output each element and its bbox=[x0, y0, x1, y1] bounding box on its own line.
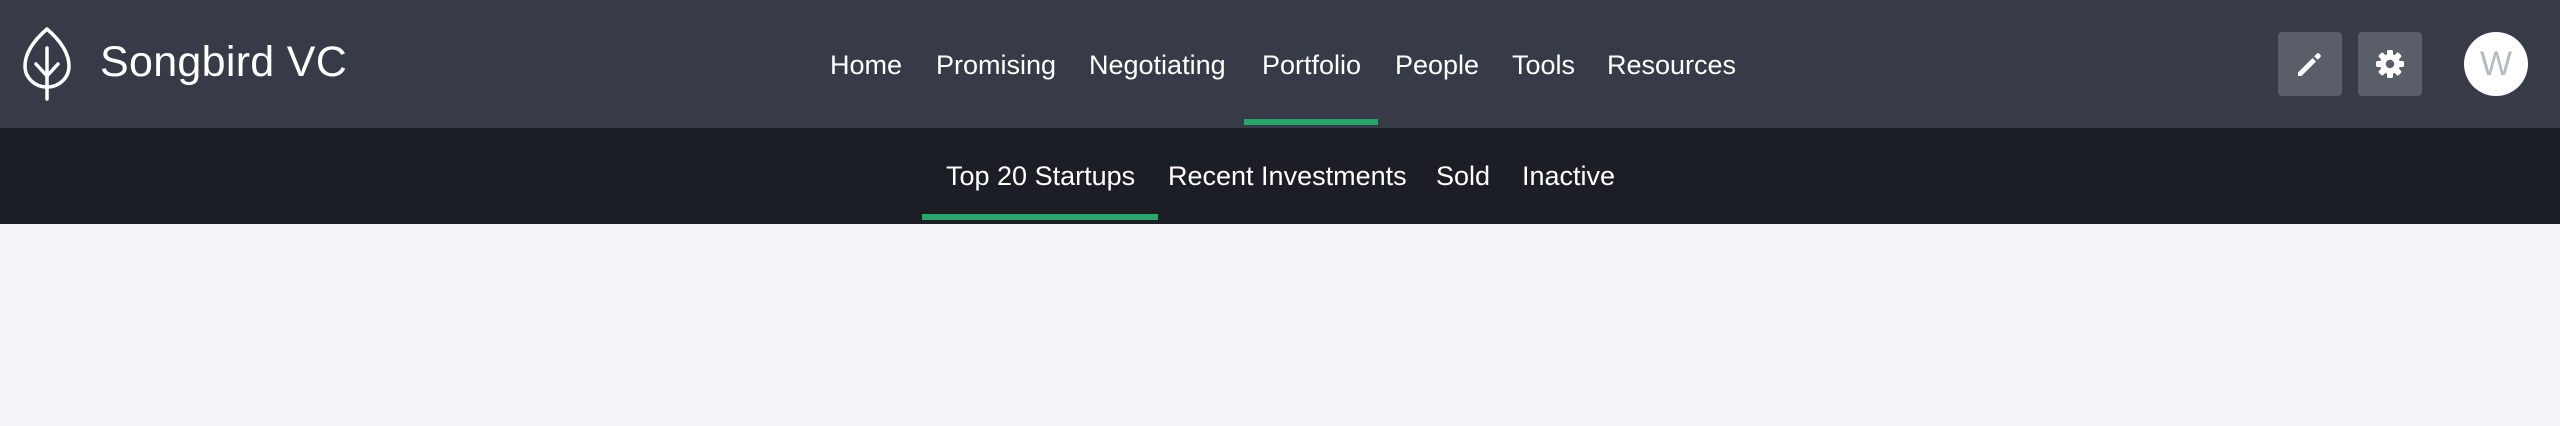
subnav-item-recent-investments[interactable]: Recent Investments bbox=[1168, 157, 1407, 195]
nav-item-home[interactable]: Home bbox=[830, 46, 902, 84]
main-nav: Home Promising Negotiating Portfolio Peo… bbox=[0, 0, 2560, 128]
nav-item-resources[interactable]: Resources bbox=[1607, 46, 1736, 84]
settings-button[interactable] bbox=[2358, 32, 2422, 96]
nav-item-portfolio[interactable]: Portfolio bbox=[1262, 46, 1361, 84]
subnav-item-inactive[interactable]: Inactive bbox=[1522, 157, 1615, 195]
main-content-area bbox=[0, 224, 2560, 426]
nav-item-tools[interactable]: Tools bbox=[1512, 46, 1575, 84]
nav-item-negotiating[interactable]: Negotiating bbox=[1089, 46, 1226, 84]
nav-item-promising[interactable]: Promising bbox=[936, 46, 1056, 84]
user-avatar[interactable]: W bbox=[2464, 32, 2528, 96]
active-nav-indicator bbox=[1244, 119, 1378, 125]
sub-navigation-bar: Top 20 Startups Recent Investments Sold … bbox=[0, 128, 2560, 224]
subnav-item-sold[interactable]: Sold bbox=[1436, 157, 1490, 195]
subnav-item-top-20-startups[interactable]: Top 20 Startups bbox=[946, 157, 1135, 195]
edit-button[interactable] bbox=[2278, 32, 2342, 96]
top-navigation-bar: Songbird VC Home Promising Negotiating P… bbox=[0, 0, 2560, 128]
active-subnav-indicator bbox=[922, 214, 1158, 220]
nav-item-people[interactable]: People bbox=[1395, 46, 1479, 84]
